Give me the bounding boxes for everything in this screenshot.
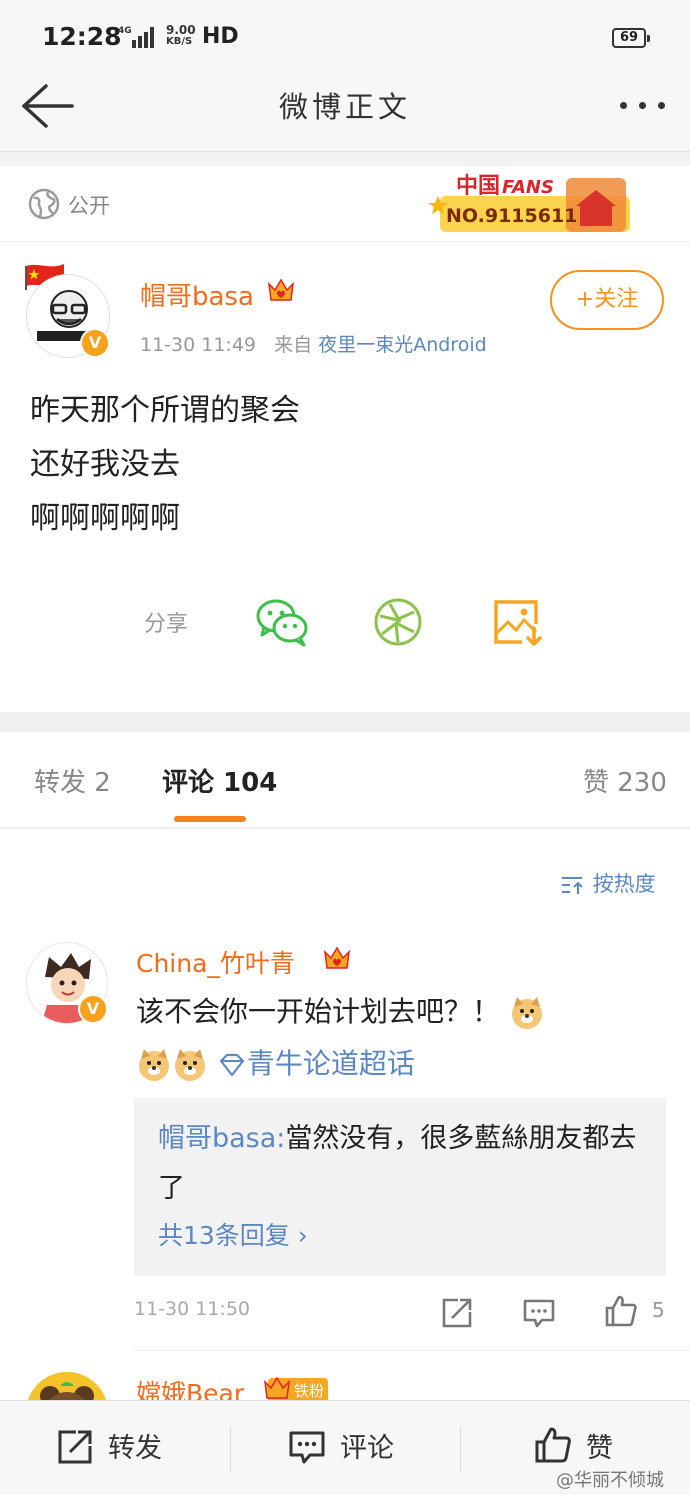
hd-indicator: HD — [202, 24, 239, 49]
tab-comment[interactable]: 评论 104 — [162, 762, 277, 799]
tab-repost[interactable]: 转发 2 — [34, 762, 111, 799]
verified-badge-icon: V — [80, 328, 110, 358]
reply-text: 帽哥basa:當然没有，很多藍絲朋友都去了 — [158, 1114, 638, 1214]
comment-like-icon[interactable] — [604, 1294, 638, 1328]
sort-icon — [562, 877, 583, 894]
bottom-comment-button[interactable]: 评论 — [288, 1424, 448, 1474]
save-image-icon[interactable] — [490, 594, 546, 650]
page-title: 微博正文 — [278, 90, 411, 124]
signal-icon: 4G — [118, 26, 154, 48]
sort-button[interactable]: 按热度 — [560, 868, 656, 898]
crown-icon — [322, 944, 352, 972]
battery-icon: 69 — [612, 28, 650, 48]
view-replies-link[interactable]: 共13条回复 › — [158, 1216, 308, 1252]
post-source[interactable]: 夜里一束光Android — [318, 334, 486, 356]
svg-text:中国: 中国 — [456, 174, 500, 199]
post-line: 昨天那个所谓的聚会 — [30, 393, 300, 428]
crown-icon — [266, 276, 296, 304]
moments-share-icon[interactable] — [370, 594, 426, 650]
diamond-icon — [219, 1053, 245, 1077]
wechat-share-icon[interactable] — [254, 594, 310, 650]
post-line: 啊啊啊啊啊 — [30, 501, 180, 536]
globe-icon — [28, 188, 60, 220]
reply-author[interactable]: 帽哥basa: — [158, 1123, 285, 1154]
comment-repost-icon[interactable] — [440, 1296, 474, 1330]
more-menu-icon[interactable] — [612, 86, 672, 126]
tab-like[interactable]: 赞 230 — [583, 762, 667, 799]
comment-like-count: 5 — [652, 1298, 665, 1322]
follow-button[interactable]: +关注 — [550, 270, 664, 330]
post-time: 11-30 11:49 — [140, 334, 257, 356]
bottom-repost-label: 转发 — [108, 1433, 162, 1464]
supertopic-link[interactable]: 青牛论道超话 — [217, 1047, 415, 1080]
thumbs-up-icon — [534, 1426, 572, 1464]
section-gap — [0, 712, 690, 732]
bottom-repost-button[interactable]: 转发 — [56, 1424, 216, 1474]
post-meta: 11-30 11:49 来自 夜里一束光Android — [140, 330, 487, 357]
doge-emoji-icon — [136, 1047, 172, 1083]
doge-emoji-icon — [172, 1047, 208, 1083]
repost-icon — [56, 1428, 94, 1466]
crown-icon — [262, 1374, 292, 1402]
svg-text:FANS: FANS — [502, 177, 554, 198]
fans-number: NO.9115611 — [446, 205, 578, 227]
comment-icon — [288, 1428, 326, 1466]
watermark: @华丽不倾城 — [556, 1470, 664, 1491]
visibility-label: 公开 — [68, 194, 110, 218]
comment-reply-icon[interactable] — [522, 1296, 556, 1330]
comment-time: 11-30 11:50 — [134, 1298, 251, 1320]
comment-divider — [134, 1350, 690, 1351]
sort-label: 按热度 — [592, 872, 656, 896]
comment-text: 该不会你一开始计划去吧？！ 青牛论道超话 — [136, 986, 656, 1090]
network-speed: 9.00 KB/S — [166, 23, 196, 47]
bottom-comment-label: 评论 — [340, 1433, 394, 1464]
network-indicator: 4G — [118, 24, 164, 54]
status-time: 12:28 — [42, 22, 122, 51]
bottom-divider — [460, 1426, 461, 1472]
doge-emoji-icon — [509, 995, 545, 1031]
share-label: 分享 — [144, 612, 189, 637]
verified-badge-icon: V — [78, 994, 108, 1024]
china-fans-badge[interactable]: 中国 FANS — [426, 166, 636, 238]
bottom-like-label: 赞 — [586, 1433, 613, 1464]
post-line: 还好我没去 — [30, 447, 180, 482]
bottom-divider — [230, 1426, 231, 1472]
active-tab-indicator — [174, 816, 246, 822]
supertopic-label: 青牛论道超话 — [246, 1047, 415, 1080]
source-prefix: 来自 — [274, 334, 313, 356]
svg-text:4G: 4G — [118, 26, 132, 36]
author-name[interactable]: 帽哥basa — [140, 276, 254, 313]
post-body: 昨天那个所谓的聚会 还好我没去 啊啊啊啊啊 — [30, 384, 300, 546]
commenter-name[interactable]: China_竹叶青 — [136, 944, 295, 980]
comment-body: 该不会你一开始计划去吧？！ — [136, 995, 501, 1028]
